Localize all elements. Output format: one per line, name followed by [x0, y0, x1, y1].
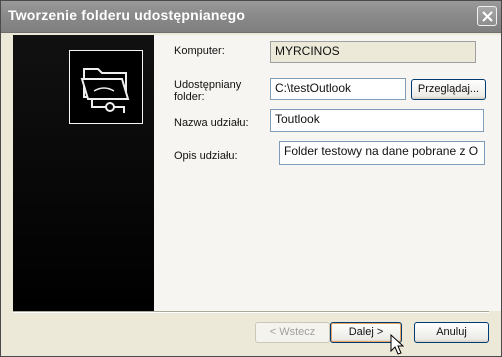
computer-label: Komputer: [174, 45, 225, 57]
folder-label-line2: folder: [174, 91, 205, 103]
browse-button[interactable]: Przeglądaj... [411, 79, 486, 100]
title-bar[interactable]: Tworzenie folderu udostępnianego [1, 1, 501, 33]
cancel-button[interactable]: Anuluj [414, 322, 489, 343]
footer-separator [13, 311, 489, 313]
wizard-content [154, 35, 501, 311]
folder-path-field[interactable]: C:\testOutlook [270, 78, 406, 100]
shared-folder-icon [69, 50, 143, 124]
wizard-sidebar [13, 35, 154, 311]
mouse-pointer-icon [390, 334, 404, 355]
share-name-field[interactable]: Toutlook [270, 109, 484, 132]
folder-label-line1: Udostępniany [174, 79, 242, 91]
computer-field: MYRCINOS [270, 41, 476, 63]
dialog-window: Tworzenie folderu udostępnianego Kompute… [0, 0, 502, 357]
share-name-label: Nazwa udziału: [174, 117, 249, 129]
close-icon [482, 11, 493, 22]
share-desc-label: Opis udziału: [174, 150, 238, 162]
back-button[interactable]: < Wstecz [255, 322, 330, 343]
share-desc-field[interactable]: Folder testowy na dane pobrane z O [279, 141, 485, 165]
window-title: Tworzenie folderu udostępnianego [8, 7, 246, 23]
close-button[interactable] [477, 6, 497, 26]
